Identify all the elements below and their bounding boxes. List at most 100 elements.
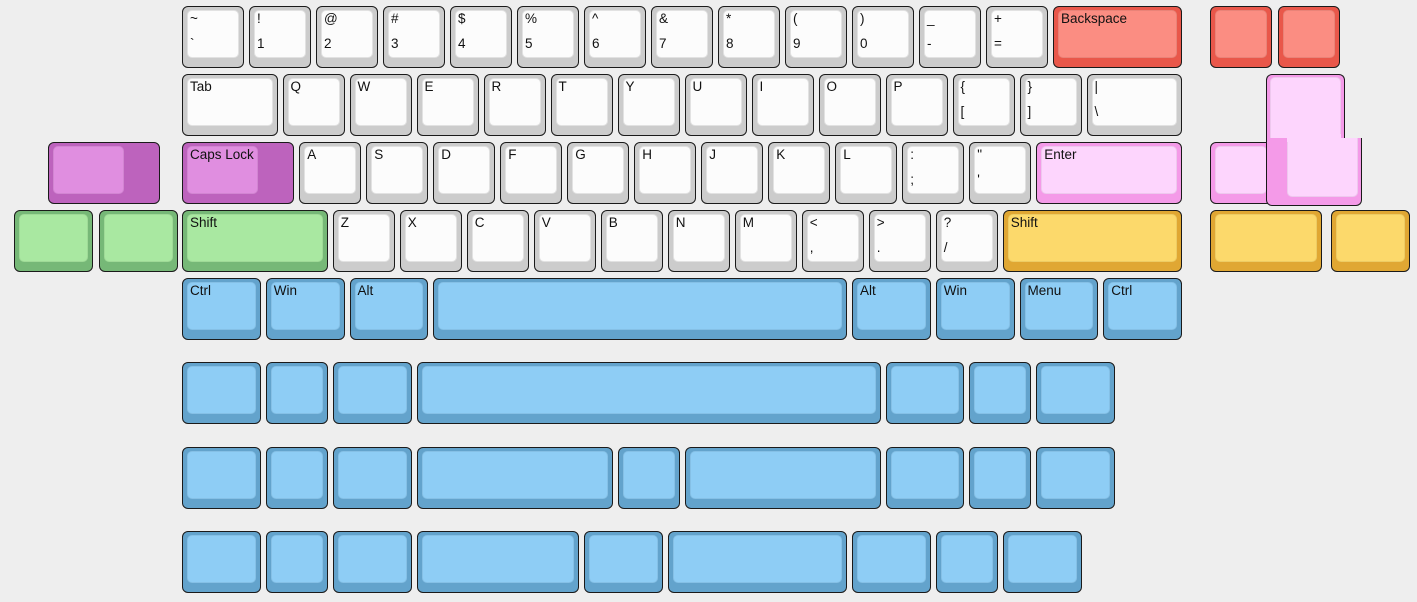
keycap-k-r7-4[interactable] [416, 447, 613, 509]
keycap-k-l[interactable]: L [835, 142, 898, 204]
keycap-k-left-green-2[interactable] [99, 210, 178, 272]
keyboard-layout-canvas[interactable]: ~ `! 1 @2 #3 $4% 5 ^ 6 & 7 * 8(9) 0 _ - + = Backspace Tab Q W… [0, 0, 1417, 602]
keycap-k-k[interactable]: K [768, 142, 831, 204]
keycap-k-r8-3[interactable] [332, 531, 412, 593]
keycap-k-h[interactable]: H [634, 142, 697, 204]
keycap-k-right-yellow-wide[interactable] [1210, 210, 1323, 272]
keycap-k-r6-1[interactable] [182, 362, 261, 424]
keycap-k-r6-6[interactable] [969, 362, 1032, 424]
keycap-k-r8-5[interactable] [584, 531, 663, 593]
keycap-k-o[interactable]: O [818, 74, 881, 136]
keycap-surface [1041, 366, 1110, 414]
keycap-k-lshift[interactable]: Shift [182, 210, 328, 272]
keycap-k-t[interactable]: T [550, 74, 613, 136]
keycap-k-r7-9[interactable] [1036, 447, 1115, 509]
keycap-surface [53, 146, 124, 194]
keycap-k-lctrl[interactable]: Ctrl [182, 278, 261, 340]
keycap-surface [639, 146, 692, 194]
keycap-k-right-red-2[interactable] [1278, 6, 1340, 68]
keycap-k-space[interactable] [433, 278, 847, 340]
keycap-k-lalt[interactable]: Alt [349, 278, 429, 340]
keycap-k-1[interactable]: ! 1 [249, 6, 311, 68]
keycap-surface [723, 10, 775, 58]
keycap-k-capslock[interactable]: Caps Lock [182, 142, 295, 204]
keycap-k-w[interactable]: W [349, 74, 412, 136]
keycap-k-p[interactable]: P [885, 74, 948, 136]
keycap-k-minus[interactable]: _ - [919, 6, 981, 68]
keycap-k-r8-8[interactable] [935, 531, 998, 593]
keycap-k-r7-8[interactable] [969, 447, 1032, 509]
keycap-k-r7-3[interactable] [332, 447, 412, 509]
keycap-k-u[interactable]: U [684, 74, 747, 136]
keycap-k-y[interactable]: Y [617, 74, 680, 136]
keycap-k-0[interactable]: ) 0 [852, 6, 914, 68]
keycap-k-v[interactable]: V [533, 210, 596, 272]
keycap-k-rbracket[interactable]: }] [1019, 74, 1082, 136]
keycap-k-g[interactable]: G [567, 142, 630, 204]
keycap-k-x[interactable]: X [399, 210, 462, 272]
keycap-k-right-red-1[interactable] [1210, 6, 1272, 68]
keycap-k-rctrl[interactable]: Ctrl [1103, 278, 1182, 340]
keycap-k-d[interactable]: D [433, 142, 496, 204]
keycap-k-f[interactable]: F [500, 142, 563, 204]
keycap-k-a[interactable]: A [299, 142, 362, 204]
keycap-k-backslash[interactable]: | \ [1086, 74, 1182, 136]
keycap-k-lbracket[interactable]: {[ [952, 74, 1015, 136]
keycap-k-r8-2[interactable] [265, 531, 328, 593]
keycap-k-period[interactable]: >. [868, 210, 931, 272]
keycap-k-r8-7[interactable] [852, 531, 931, 593]
keycap-k-right-iso-enter[interactable] [1266, 74, 1362, 206]
keycap-k-r6-3[interactable] [332, 362, 412, 424]
keycap-k-r7-2[interactable] [265, 447, 328, 509]
keycap-k-right-yellow-small[interactable] [1331, 210, 1410, 272]
keycap-k-slash[interactable]: ? / [935, 210, 998, 272]
keycap-k-r6-4[interactable] [416, 362, 881, 424]
keycap-k-semicolon[interactable]: :; [902, 142, 965, 204]
keycap-k-equal[interactable]: + = [986, 6, 1048, 68]
keycap-k-i[interactable]: I [751, 74, 814, 136]
keycap-k-5[interactable]: % 5 [517, 6, 579, 68]
keycap-k-r7-6[interactable] [684, 447, 881, 509]
keycap-k-r8-1[interactable] [182, 531, 261, 593]
keycap-k-rwin[interactable]: Win [935, 278, 1015, 340]
keycap-k-r8-4[interactable] [416, 531, 579, 593]
keycap-k-4[interactable]: $4 [450, 6, 512, 68]
keycap-k-quote[interactable]: " ' [969, 142, 1032, 204]
keycap-k-6[interactable]: ^ 6 [584, 6, 646, 68]
keycap-k-9[interactable]: (9 [785, 6, 847, 68]
keycap-k-r7-1[interactable] [182, 447, 261, 509]
keycap-k-lwin[interactable]: Win [265, 278, 345, 340]
keycap-k-r8-9[interactable] [1002, 531, 1082, 593]
keycap-k-r6-5[interactable] [885, 362, 965, 424]
keycap-k-ralt[interactable]: Alt [852, 278, 931, 340]
keycap-k-r7-5[interactable] [617, 447, 680, 509]
keycap-k-r6-2[interactable] [265, 362, 328, 424]
keycap-k-right-pink-small[interactable] [1210, 142, 1272, 204]
keycap-k-j[interactable]: J [701, 142, 764, 204]
keycap-k-enter[interactable]: Enter [1036, 142, 1182, 204]
keycap-k-n[interactable]: N [667, 210, 730, 272]
keycap-k-menu[interactable]: Menu [1019, 278, 1099, 340]
keycap-k-left-purple[interactable] [48, 142, 161, 204]
keycap-k-comma[interactable]: <, [801, 210, 864, 272]
keycap-k-e[interactable]: E [416, 74, 479, 136]
keycap-k-s[interactable]: S [366, 142, 429, 204]
keycap-k-c[interactable]: C [466, 210, 529, 272]
keycap-k-8[interactable]: * 8 [718, 6, 780, 68]
keycap-k-tilde[interactable]: ~ ` [182, 6, 244, 68]
keycap-k-left-green-1[interactable] [14, 210, 93, 272]
keycap-k-r6-7[interactable] [1036, 362, 1115, 424]
keycap-k-3[interactable]: #3 [383, 6, 445, 68]
keycap-k-b[interactable]: B [600, 210, 663, 272]
keycap-k-r7-7[interactable] [885, 447, 965, 509]
keycap-k-z[interactable]: Z [332, 210, 395, 272]
keycap-k-r[interactable]: R [483, 74, 546, 136]
keycap-k-r8-6[interactable] [667, 531, 847, 593]
keycap-k-tab[interactable]: Tab [182, 74, 278, 136]
keycap-k-rshift[interactable]: Shift [1002, 210, 1182, 272]
keycap-k-m[interactable]: M [734, 210, 797, 272]
keycap-k-q[interactable]: Q [282, 74, 345, 136]
keycap-k-backspace[interactable]: Backspace [1053, 6, 1182, 68]
keycap-k-2[interactable]: @2 [316, 6, 378, 68]
keycap-k-7[interactable]: & 7 [651, 6, 713, 68]
